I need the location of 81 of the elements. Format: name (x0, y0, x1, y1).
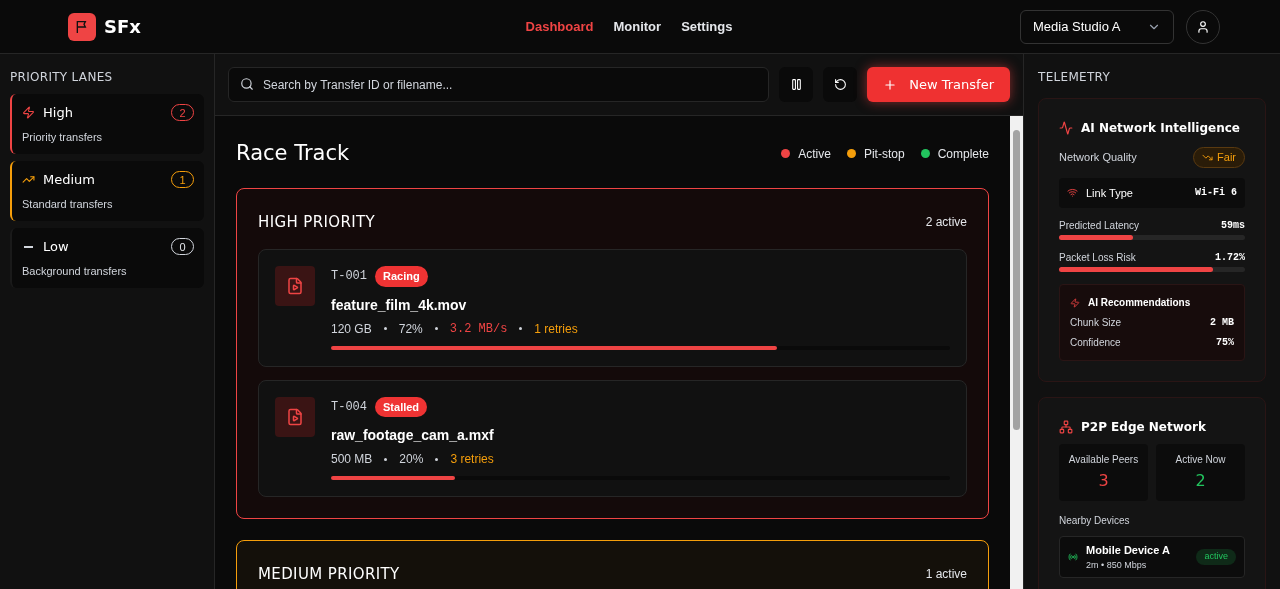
wifi-icon (1067, 187, 1078, 199)
plus-icon (883, 77, 898, 92)
video-file-icon (275, 266, 315, 306)
device-row[interactable]: Mobile Device A 2m • 850 Mbps active (1059, 536, 1245, 578)
progress-percent: 20% (399, 451, 424, 468)
nav-link[interactable]: Dashboard (525, 16, 594, 37)
transfer-id: T-004 (331, 398, 367, 416)
active-count: 2 active (925, 213, 967, 231)
pause-button[interactable] (779, 67, 814, 102)
transfer-id: T-001 (331, 268, 367, 286)
recommendation-value: 2 MB (1210, 316, 1234, 330)
metric-label: Predicted Latency (1059, 219, 1140, 233)
sidebar-title: PRIORITY LANES (10, 69, 114, 86)
lane-label: Medium (43, 171, 96, 189)
lane-subtitle: Background transfers (22, 263, 128, 279)
scrollbar[interactable] (1010, 116, 1023, 589)
network-icon (1059, 420, 1073, 434)
panel-title: TELEMETRY (1038, 69, 1112, 86)
recommendations-title: AI Recommendations (1088, 296, 1191, 310)
nav-link[interactable]: Monitor (613, 16, 662, 37)
retry-count: 3 retries (450, 451, 494, 468)
new-transfer-button[interactable]: New Transfer (867, 67, 1010, 102)
stat-label: Available Peers (1068, 453, 1139, 467)
page-title: Race Track (236, 140, 350, 167)
lane-subtitle: Priority transfers (22, 129, 104, 145)
file-name: raw_footage_cam_a.mxf (331, 426, 495, 445)
status-badge: Racing (375, 266, 428, 287)
link-label: Link Type (1086, 185, 1134, 201)
legend-label: Active (798, 145, 831, 163)
card-title: AI Network Intelligence (1081, 120, 1240, 137)
status-badge: Stalled (375, 396, 428, 417)
section-title: HIGH PRIORITY (258, 211, 376, 233)
search-icon (240, 77, 254, 91)
section-title: MEDIUM PRIORITY (258, 564, 400, 585)
signal-icon (1068, 552, 1078, 562)
file-size: 120 GB (331, 320, 372, 338)
lane-item[interactable]: High 2 Priority transfers (10, 94, 204, 154)
device-detail: 2m • 850 Mbps (1086, 558, 1148, 572)
workspace-dropdown[interactable]: Media Studio A (1020, 9, 1174, 44)
file-size: 500 MB (331, 451, 373, 468)
flag-logo-icon (68, 12, 96, 41)
legend-label: Pit-stop (863, 145, 905, 163)
devices-label: Nearby Devices (1059, 514, 1131, 528)
device-status: active (1196, 549, 1236, 565)
recommendation-value: 75% (1216, 336, 1234, 350)
lane-item[interactable]: Medium 1 Standard transfers (10, 161, 204, 221)
device-name: Mobile Device A (1086, 543, 1171, 558)
refresh-icon (833, 78, 847, 91)
quality-badge: Fair (1193, 147, 1245, 168)
user-icon (1196, 19, 1210, 34)
pulse-icon (1059, 121, 1073, 135)
retry-count: 1 retries (534, 320, 578, 338)
search-field[interactable]: Search by Transfer ID or filename... (228, 67, 770, 102)
nav-link[interactable]: Settings (681, 16, 733, 37)
stat-label: Active Now (1175, 453, 1226, 467)
transfer-speed: 3.2 MB/s (449, 320, 508, 338)
dash-icon (24, 246, 33, 248)
file-name: feature_film_4k.mov (331, 295, 468, 315)
recommendation-label: Confidence (1070, 336, 1121, 350)
stat-value: 3 (1098, 470, 1109, 492)
stat-value: 2 (1195, 470, 1206, 492)
refresh-button[interactable] (823, 67, 858, 102)
app-logo: SFx (104, 15, 141, 39)
pause-icon (789, 78, 803, 91)
lane-item[interactable]: Low 0 Background transfers (10, 228, 204, 288)
active-count: 1 active (925, 566, 967, 584)
lane-label: Low (43, 238, 70, 256)
lane-subtitle: Standard transfers (22, 196, 114, 212)
lightning-icon (1070, 297, 1080, 308)
legend-label: Complete (937, 145, 989, 163)
link-value: Wi-Fi 6 (1195, 186, 1237, 201)
quality-label: Network Quality (1059, 150, 1137, 165)
progress-percent: 72% (398, 320, 423, 338)
recommendation-label: Chunk Size (1070, 316, 1122, 330)
card-title: P2P Edge Network (1081, 419, 1206, 436)
metric-label: Packet Loss Risk (1059, 251, 1136, 265)
lane-label: High (43, 104, 74, 122)
lightning-icon (22, 106, 35, 120)
video-file-icon (275, 396, 315, 437)
metric-value: 1.72% (1215, 251, 1245, 265)
metric-value: 59ms (1221, 219, 1245, 233)
